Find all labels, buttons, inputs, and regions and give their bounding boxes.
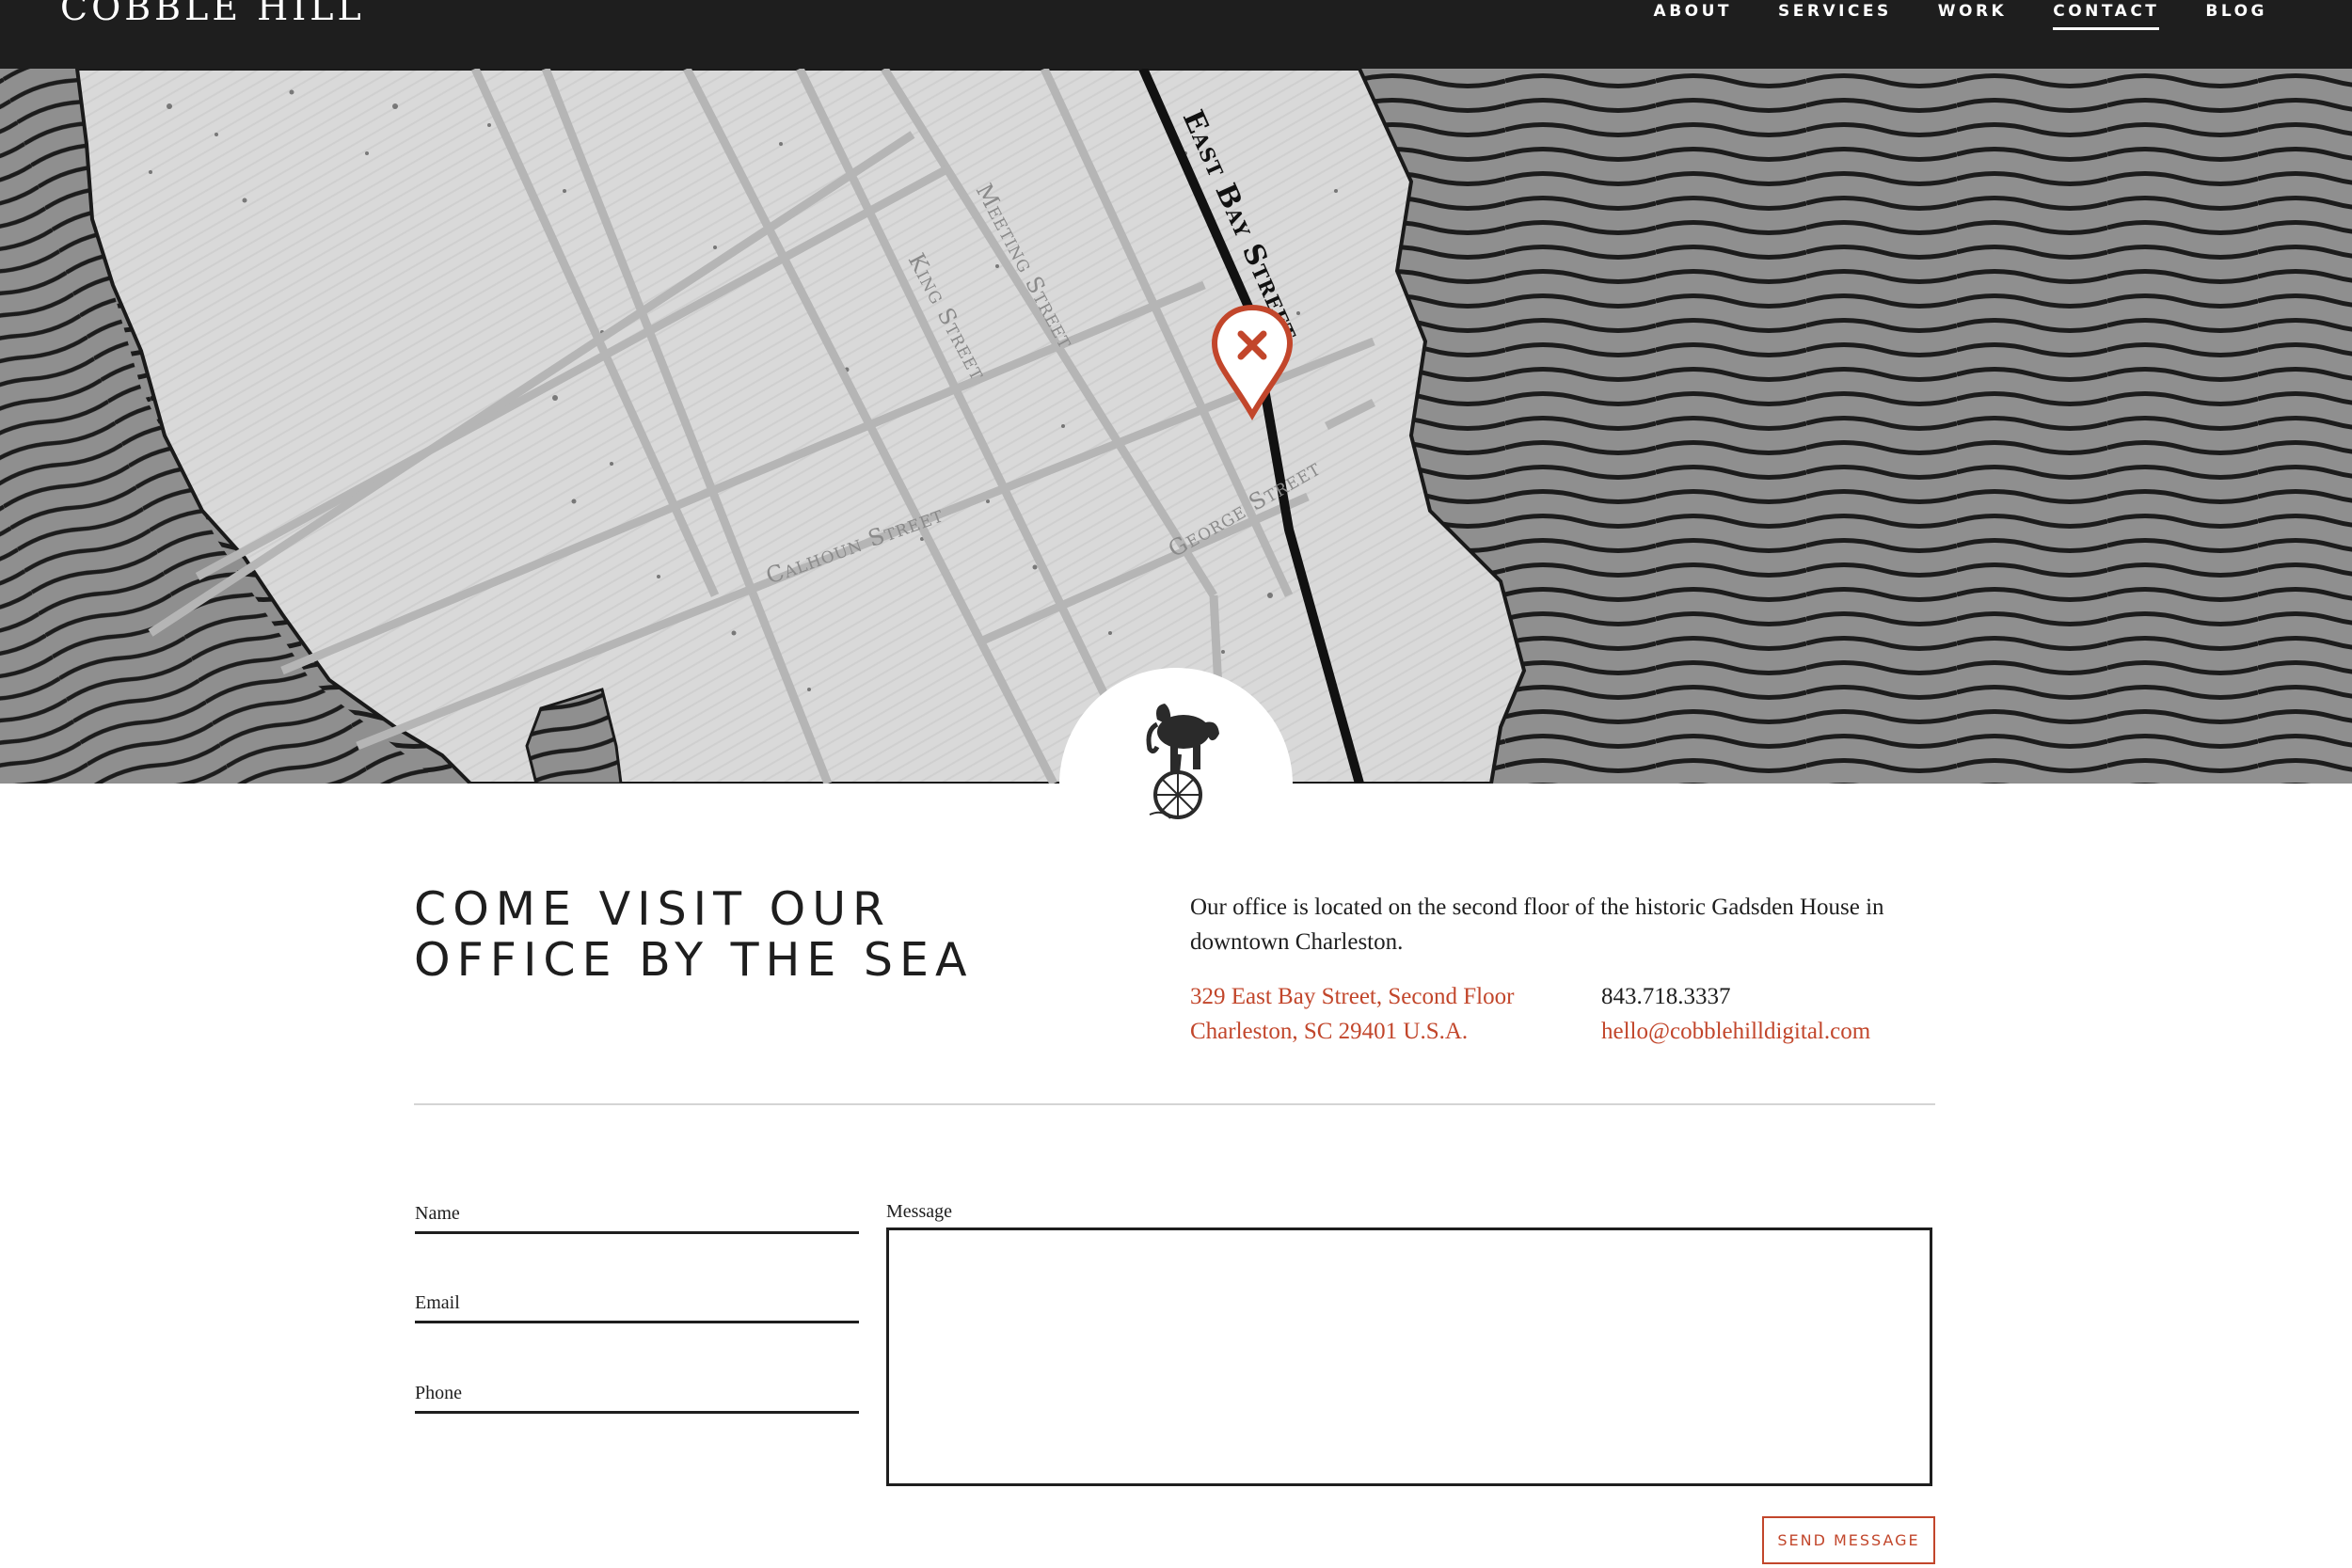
title-line-2: OFFICE BY THE SEA [414,933,974,987]
phone-number: 843.718.3337 [1601,984,1731,1009]
section-divider [414,1103,1935,1105]
site-logo[interactable]: COBBLE HILL [60,0,365,28]
email-input[interactable] [415,1289,861,1323]
page-title: COME VISIT OUR OFFICE BY THE SEA [414,884,997,986]
message-label: Message [886,1201,952,1222]
phone-input[interactable] [415,1379,861,1413]
phone-underline [415,1411,859,1414]
nav-about[interactable]: ABOUT [1654,0,1732,27]
name-underline [415,1231,859,1234]
send-message-button[interactable]: SEND MESSAGE [1762,1516,1935,1564]
nav-blog[interactable]: BLOG [2205,0,2267,27]
address-line-2[interactable]: Charleston, SC 29401 U.S.A. [1190,1019,1468,1045]
address-line-1[interactable]: 329 East Bay Street, Second Floor [1190,984,1514,1010]
elephant-badge [1059,668,1293,901]
nav-contact[interactable]: CONTACT [2053,0,2160,30]
email-underline [415,1321,859,1323]
message-textarea[interactable] [886,1227,1932,1486]
nav-work[interactable]: WORK [1938,0,2007,27]
elephant-on-unicycle-icon [1146,704,1219,819]
title-line-1: COME VISIT OUR [414,882,892,936]
nav-services[interactable]: SERVICES [1778,0,1892,27]
office-description: Our office is located on the second floo… [1190,895,1884,955]
main-nav: ABOUT SERVICES WORK CONTACT BLOG [1608,0,2267,30]
email-link[interactable]: hello@cobblehilldigital.com [1601,1019,1870,1045]
name-input[interactable] [415,1199,861,1233]
top-navigation-bar: COBBLE HILL ABOUT SERVICES WORK CONTACT … [0,0,2352,69]
